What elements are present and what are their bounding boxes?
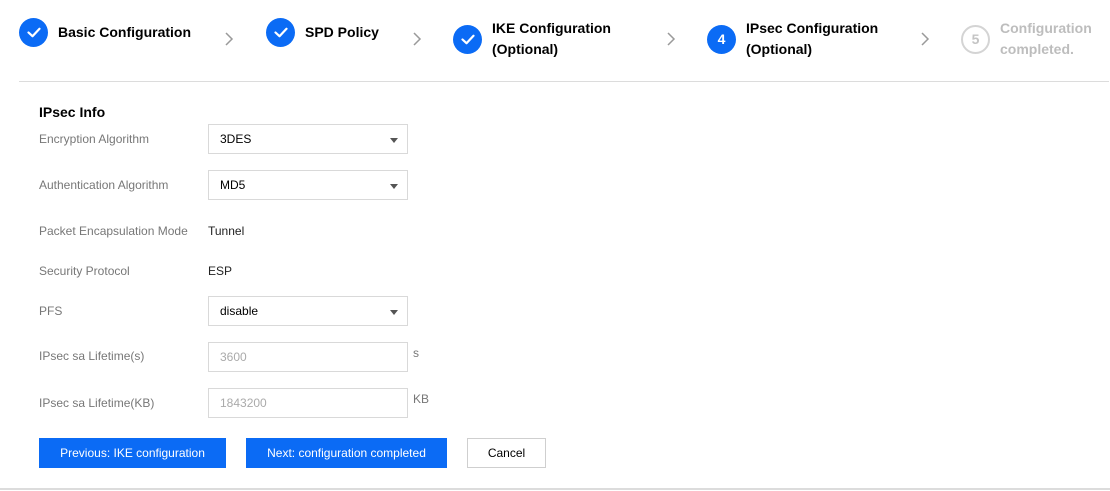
step-1-label: Basic Configuration [58,24,192,40]
step-1-check-icon [19,18,48,47]
step-configuration-completed: 5 Configuration completed. [961,18,1092,60]
step-5-label: Configuration completed. [1000,20,1092,57]
authentication-algorithm-select[interactable]: MD5 [208,170,408,200]
security-protocol-value: ESP [208,264,233,278]
ipsec-sa-lifetime-s-input[interactable] [208,342,408,372]
ipsec-sa-lifetime-kb-input[interactable] [208,388,408,418]
step-2-check-icon [266,18,295,47]
packet-encapsulation-mode-value: Tunnel [208,224,245,238]
cancel-button[interactable]: Cancel [467,438,546,468]
encryption-algorithm-value: 3DES [220,132,252,146]
security-protocol-label: Security Protocol [39,264,130,278]
previous-ike-configuration-button[interactable]: Previous: IKE configuration [39,438,226,468]
lifetime-s-unit: s [413,346,419,360]
caret-down-icon [390,138,398,143]
step-4-number: 4 [707,24,736,54]
caret-down-icon [390,310,398,315]
step-5-number: 5 [961,24,990,54]
caret-down-icon [390,184,398,189]
bottom-divider [0,488,1110,490]
encryption-algorithm-label: Encryption Algorithm [39,132,150,146]
ipsec-sa-lifetime-s-label: IPsec sa Lifetime(s) [39,349,145,363]
step-basic-configuration: Basic Configuration [19,18,191,47]
step-4-label: IPsec Configuration (Optional) [746,20,879,57]
step-2-label: SPD Policy [305,24,379,40]
authentication-algorithm-value: MD5 [220,178,246,192]
step-spd-policy: SPD Policy [266,18,379,47]
section-title-ipsec-info: IPsec Info [39,104,106,120]
chevron-right-icon [225,32,234,46]
chevron-right-icon [413,32,422,46]
chevron-right-icon [667,32,676,46]
step-ipsec-configuration: 4 IPsec Configuration (Optional) [707,18,878,60]
lifetime-kb-unit: KB [413,392,430,406]
authentication-algorithm-label: Authentication Algorithm [39,178,169,192]
packet-encapsulation-mode-label: Packet Encapsulation Mode [39,224,188,238]
step-ike-configuration: IKE Configuration (Optional) [453,18,611,60]
pfs-label: PFS [39,304,63,318]
ipsec-sa-lifetime-kb-label: IPsec sa Lifetime(KB) [39,396,155,410]
encryption-algorithm-select[interactable]: 3DES [208,124,408,154]
chevron-right-icon [921,32,930,46]
stepper-divider [19,81,1109,82]
configuration-stepper: Basic Configuration SPD Policy IKE Confi… [0,0,1110,82]
step-3-check-icon [453,24,482,54]
step-3-label: IKE Configuration (Optional) [492,20,611,57]
pfs-select[interactable]: disable [208,296,408,326]
next-configuration-completed-button[interactable]: Next: configuration completed [246,438,447,468]
pfs-value: disable [220,304,259,318]
